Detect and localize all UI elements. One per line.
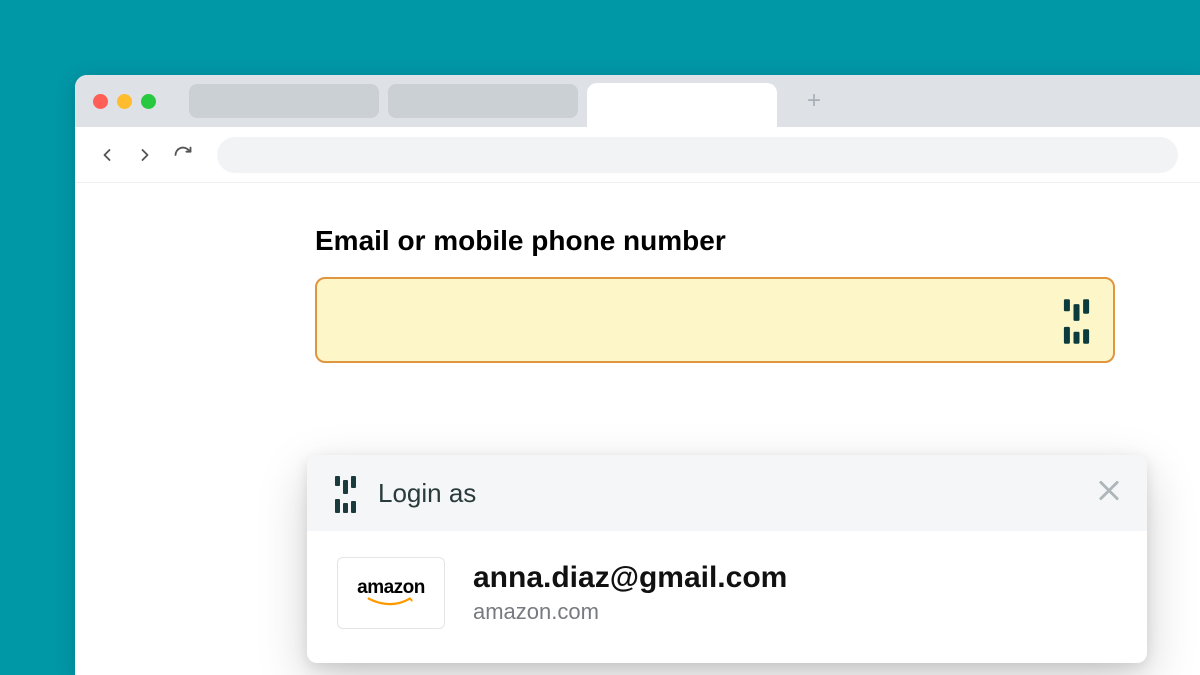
dashlane-icon bbox=[335, 473, 356, 513]
minimize-window-button[interactable] bbox=[117, 94, 132, 109]
reload-button[interactable] bbox=[173, 145, 193, 165]
dashlane-icon[interactable] bbox=[1066, 300, 1087, 340]
browser-tab-active[interactable] bbox=[587, 83, 777, 127]
page-content: Email or mobile phone number bbox=[75, 183, 1200, 363]
browser-window: + Email or mobile phone number bbox=[75, 75, 1200, 675]
address-bar[interactable] bbox=[217, 137, 1178, 173]
close-icon[interactable] bbox=[1095, 477, 1123, 510]
browser-tab-inactive[interactable] bbox=[388, 84, 578, 118]
maximize-window-button[interactable] bbox=[141, 94, 156, 109]
credential-info: anna.diaz@gmail.com amazon.com bbox=[473, 561, 787, 625]
browser-toolbar bbox=[75, 127, 1200, 183]
close-window-button[interactable] bbox=[93, 94, 108, 109]
window-controls bbox=[93, 94, 156, 109]
browser-tab-inactive[interactable] bbox=[189, 84, 379, 118]
credential-domain: amazon.com bbox=[473, 599, 787, 625]
email-field-label: Email or mobile phone number bbox=[315, 225, 1115, 257]
email-input[interactable] bbox=[315, 277, 1115, 363]
credential-email: anna.diaz@gmail.com bbox=[473, 561, 787, 595]
popup-header: Login as bbox=[307, 455, 1147, 531]
back-button[interactable] bbox=[97, 145, 117, 165]
new-tab-button[interactable]: + bbox=[804, 91, 824, 111]
credential-item[interactable]: amazon anna.diaz@gmail.com amazon.com bbox=[307, 531, 1147, 663]
site-logo: amazon bbox=[337, 557, 445, 629]
forward-button[interactable] bbox=[135, 145, 155, 165]
popup-title: Login as bbox=[378, 478, 476, 509]
amazon-smile-icon bbox=[363, 596, 419, 608]
tab-bar: + bbox=[75, 75, 1200, 127]
site-logo-text: amazon bbox=[357, 578, 425, 597]
autofill-popup: Login as amazon anna.diaz@gmail.com amaz… bbox=[307, 455, 1147, 663]
